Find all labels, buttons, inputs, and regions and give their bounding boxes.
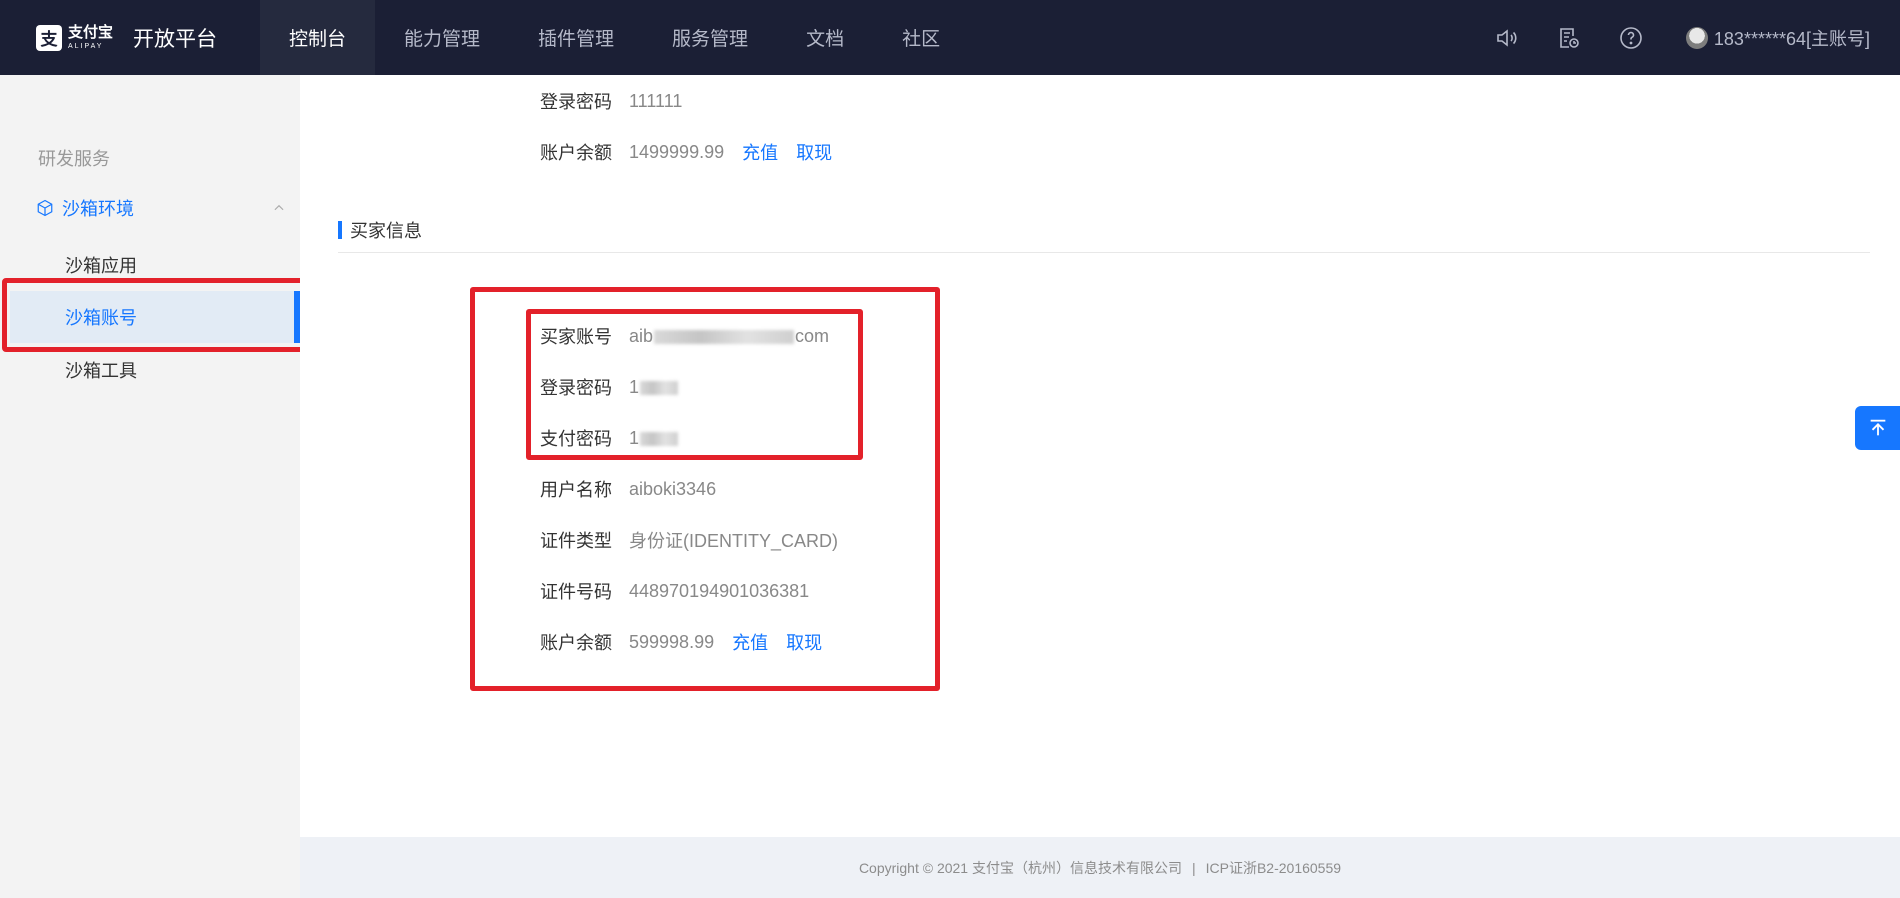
field-label: 账户余额: [540, 143, 612, 163]
field-label: 证件类型: [540, 531, 612, 551]
back-to-top-button[interactable]: [1855, 406, 1900, 450]
speaker-icon[interactable]: [1476, 0, 1538, 75]
section-title-buyer-info: 买家信息: [338, 218, 422, 242]
alipay-logo: 支 支付宝 ALIPAY: [36, 24, 114, 51]
account-value-suffix: com: [795, 325, 830, 346]
seller-login-password-row: 登录密码 111111: [540, 86, 682, 116]
buyer-recharge-link[interactable]: 充值: [732, 629, 768, 655]
field-label: 账户余额: [540, 633, 612, 653]
user-label: 183******64[主账号]: [1713, 28, 1870, 49]
sidebar-item-sandbox-app[interactable]: 沙箱应用: [0, 239, 300, 291]
field-label: 用户名称: [540, 480, 612, 500]
buyer-withdraw-link[interactable]: 取现: [786, 629, 822, 655]
top-navigation-bar: 支 支付宝 ALIPAY 开放平台 控制台 能力管理 插件管理 服务管理 文档 …: [0, 0, 1900, 75]
chevron-up-icon[interactable]: [272, 201, 286, 215]
field-label: 买家账号: [540, 327, 612, 347]
field-label: 支付密码: [540, 429, 612, 449]
buyer-id-type-row: 证件类型 身份证(IDENTITY_CARD): [540, 525, 838, 555]
nav-item-community[interactable]: 社区: [873, 0, 969, 75]
nav-item-capability[interactable]: 能力管理: [375, 0, 509, 75]
platform-title: 开放平台: [133, 27, 218, 51]
account-value-prefix: aib: [629, 325, 654, 346]
field-value: aib com: [629, 326, 829, 347]
alipay-logo-icon: 支: [36, 24, 62, 51]
seller-recharge-link[interactable]: 充值: [742, 139, 778, 165]
top-right-tools: 183******64[主账号]: [1476, 0, 1900, 75]
field-value: 599998.99: [629, 631, 715, 652]
buyer-username-row: 用户名称 aiboki3346: [540, 474, 716, 504]
nav-item-console[interactable]: 控制台: [260, 0, 376, 75]
field-label: 证件号码: [540, 582, 612, 602]
user-account-menu[interactable]: 183******64[主账号]: [1662, 25, 1900, 51]
avatar: [1685, 26, 1708, 49]
field-label: 登录密码: [540, 378, 612, 398]
field-value: 1: [629, 377, 679, 398]
help-icon[interactable]: [1600, 0, 1662, 75]
divider: [338, 252, 1870, 253]
redacted-blur: [640, 380, 679, 395]
sidebar-section-label: 沙箱环境: [62, 199, 134, 219]
main-nav: 控制台 能力管理 插件管理 服务管理 文档 社区: [260, 0, 969, 75]
seller-withdraw-link[interactable]: 取现: [796, 139, 832, 165]
password-prefix: 1: [629, 376, 640, 397]
footer-icp-link[interactable]: ICP证浙B2-20160559: [1206, 858, 1341, 878]
redacted-blur: [654, 329, 795, 344]
field-value: 1499999.99: [629, 141, 725, 162]
field-value: 111111: [629, 90, 683, 111]
field-value: 1: [629, 428, 679, 449]
field-label: 登录密码: [540, 92, 612, 112]
buyer-id-number-row: 证件号码 448970194901036381: [540, 576, 809, 606]
main-content: 登录密码 111111 账户余额 1499999.99 充值 取现 买家信息 买…: [300, 75, 1900, 898]
seller-balance-row: 账户余额 1499999.99 充值 取现: [540, 137, 832, 167]
sidebar-item-sandbox-tools[interactable]: 沙箱工具: [0, 344, 300, 396]
arrow-up-icon: [1870, 419, 1885, 436]
document-clock-icon[interactable]: [1538, 0, 1600, 75]
sidebar-section-sandbox[interactable]: 沙箱环境: [36, 193, 286, 223]
footer-separator: |: [1191, 859, 1196, 876]
footer-copyright: Copyright © 2021 支付宝（杭州）信息技术有限公司: [858, 859, 1182, 876]
nav-item-service[interactable]: 服务管理: [643, 0, 777, 75]
sidebar-group-label: 研发服务: [38, 149, 110, 169]
footer: Copyright © 2021 支付宝（杭州）信息技术有限公司 | ICP证浙…: [300, 837, 1900, 898]
brand-name-cn: 支付宝: [68, 24, 114, 41]
cube-icon: [37, 199, 53, 217]
sidebar-item-sandbox-account[interactable]: 沙箱账号: [10, 291, 300, 343]
buyer-balance-row: 账户余额 599998.99 充值 取现: [540, 627, 822, 657]
buyer-pay-password-row: 支付密码 1: [540, 423, 679, 453]
redacted-blur: [640, 431, 679, 446]
buyer-login-password-row: 登录密码 1: [540, 372, 679, 402]
brand-name-en: ALIPAY: [68, 43, 104, 50]
field-value: 身份证(IDENTITY_CARD): [629, 531, 839, 551]
brand[interactable]: 支 支付宝 ALIPAY 开放平台: [0, 0, 260, 75]
field-value: aiboki3346: [629, 478, 717, 499]
nav-item-docs[interactable]: 文档: [777, 0, 873, 75]
sidebar: 研发服务 沙箱环境 沙箱应用 沙箱账号 沙箱工具: [0, 75, 300, 898]
password-prefix: 1: [629, 427, 640, 448]
field-value: 448970194901036381: [629, 580, 810, 601]
nav-item-plugin[interactable]: 插件管理: [509, 0, 643, 75]
buyer-account-row: 买家账号 aib com: [540, 321, 829, 351]
